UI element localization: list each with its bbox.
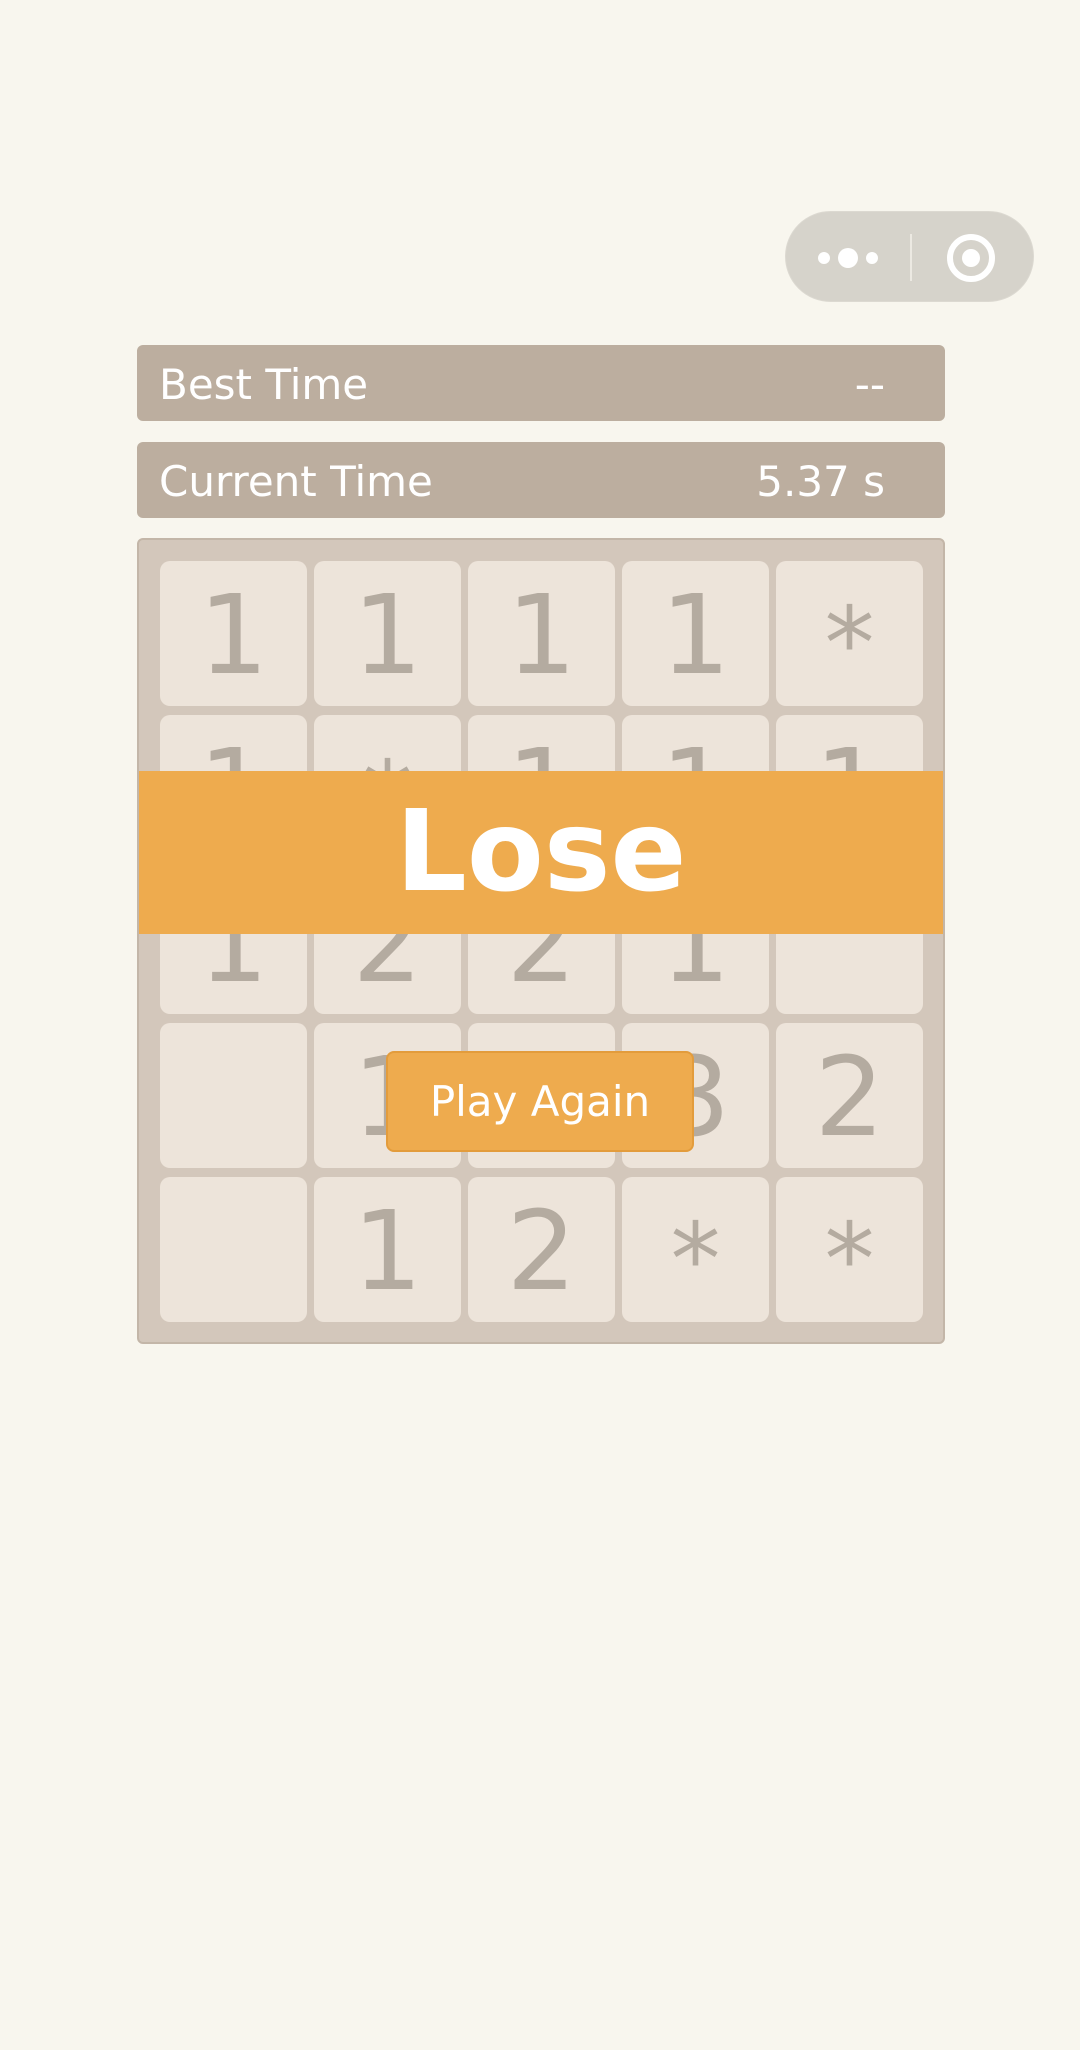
board-cell[interactable] bbox=[160, 1177, 307, 1322]
game-board: 1111*1*111122113212** bbox=[137, 538, 945, 1344]
board-cell[interactable]: 1 bbox=[314, 561, 461, 706]
board-cell[interactable]: 2 bbox=[776, 1023, 923, 1168]
board-cell[interactable]: 2 bbox=[468, 1177, 615, 1322]
best-time-label: Best Time bbox=[159, 360, 369, 409]
board-cell[interactable]: 1 bbox=[468, 561, 615, 706]
more-button[interactable] bbox=[786, 212, 910, 303]
miniprogram-capsule bbox=[785, 211, 1034, 302]
play-again-button[interactable]: Play Again bbox=[386, 1051, 694, 1152]
board-cell[interactable]: * bbox=[776, 1177, 923, 1322]
board-cell[interactable]: 1 bbox=[314, 1177, 461, 1322]
current-time-label: Current Time bbox=[159, 457, 433, 506]
best-time-bar: Best Time -- bbox=[137, 345, 945, 421]
board-cell[interactable]: 1 bbox=[622, 561, 769, 706]
best-time-value: -- bbox=[854, 360, 885, 409]
more-dots-icon bbox=[786, 212, 910, 303]
target-close-icon bbox=[912, 212, 1035, 303]
board-cell[interactable]: * bbox=[776, 561, 923, 706]
board-cell[interactable] bbox=[160, 1023, 307, 1168]
board-cell[interactable]: * bbox=[622, 1177, 769, 1322]
current-time-bar: Current Time 5.37 s bbox=[137, 442, 945, 518]
result-banner: Lose bbox=[139, 771, 943, 934]
close-button[interactable] bbox=[912, 212, 1035, 303]
board-cell[interactable]: 1 bbox=[160, 561, 307, 706]
current-time-value: 5.37 s bbox=[756, 457, 885, 506]
